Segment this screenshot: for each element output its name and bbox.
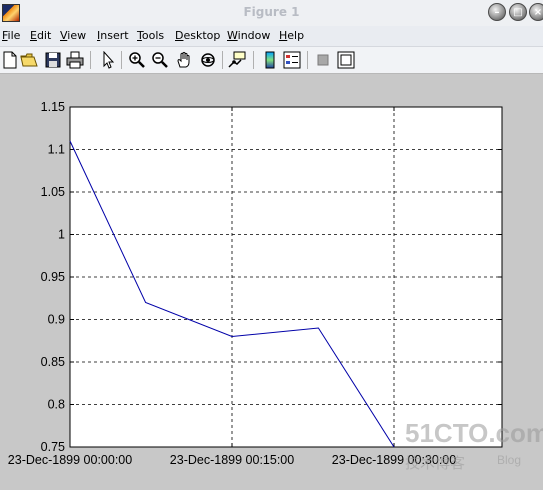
menu-view[interactable]: View bbox=[60, 29, 86, 42]
watermark-sub: 技术博客 bbox=[405, 455, 465, 472]
y-tick-label: 1.05 bbox=[41, 185, 65, 199]
menu-tools[interactable]: Tools bbox=[137, 29, 164, 42]
print-icon[interactable] bbox=[66, 51, 84, 69]
menu-insert[interactable]: Insert bbox=[97, 29, 129, 42]
toolbar-separator bbox=[90, 51, 91, 69]
new-file-icon[interactable] bbox=[1, 51, 19, 69]
close-button[interactable]: × bbox=[529, 3, 543, 21]
toolbar-separator bbox=[307, 51, 308, 69]
y-tick-label: 0.95 bbox=[41, 270, 65, 284]
colorbar-icon[interactable] bbox=[261, 51, 279, 69]
pan-hand-icon[interactable] bbox=[175, 51, 193, 69]
figure-toolbar bbox=[0, 47, 543, 74]
zoom-in-icon[interactable] bbox=[128, 51, 146, 69]
close-icon: × bbox=[533, 6, 543, 18]
line-chart[interactable]: 0.75 0.8 0.85 0.9 0.95 1 1.05 1.1 1.15 23-Dec-189… bbox=[0, 74, 543, 486]
y-tick-label: 1.1 bbox=[48, 143, 65, 157]
toolbar-separator bbox=[253, 51, 254, 69]
y-tick-label: 0.75 bbox=[41, 440, 65, 454]
open-folder-icon[interactable] bbox=[20, 51, 38, 69]
x-tick-label: 23-Dec-1899 00:00:00 bbox=[8, 453, 132, 467]
figure-canvas: 0.75 0.8 0.85 0.9 0.95 1 1.05 1.1 1.15 23-Dec-189… bbox=[0, 74, 543, 486]
menu-help[interactable]: Help bbox=[279, 29, 304, 42]
watermark-blog: Blog bbox=[497, 453, 521, 467]
minimize-button[interactable]: – bbox=[488, 3, 506, 21]
maximize-button[interactable]: □ bbox=[509, 3, 527, 21]
save-icon[interactable] bbox=[44, 51, 62, 69]
legend-icon[interactable] bbox=[283, 51, 301, 69]
watermark: 51CTO.com 技术博客 Blog bbox=[405, 418, 543, 472]
menu-bar: File Edit View Insert Tools Desktop Wind… bbox=[0, 26, 543, 47]
menu-desktop[interactable]: Desktop bbox=[175, 29, 220, 42]
rotate-3d-icon[interactable] bbox=[199, 51, 217, 69]
pointer-icon[interactable] bbox=[99, 51, 117, 69]
menu-window[interactable]: Window bbox=[227, 29, 270, 42]
title-bar: Figure 1 – □ × bbox=[0, 0, 543, 27]
x-tick-label: 23-Dec-1899 00:15:00 bbox=[170, 453, 294, 467]
window-title: Figure 1 bbox=[243, 5, 300, 19]
toolbar-separator bbox=[222, 51, 223, 69]
toolbar-separator bbox=[121, 51, 122, 69]
maximize-icon: □ bbox=[513, 6, 523, 18]
data-cursor-icon[interactable] bbox=[228, 51, 246, 69]
watermark-main: 51CTO.com bbox=[405, 418, 543, 448]
y-tick-label: 1 bbox=[58, 228, 65, 242]
y-tick-label: 0.85 bbox=[41, 355, 65, 369]
y-tick-label: 0.8 bbox=[48, 398, 65, 412]
show-plot-tools-icon[interactable] bbox=[337, 51, 355, 69]
y-tick-label: 0.9 bbox=[48, 313, 65, 327]
zoom-out-icon[interactable] bbox=[151, 51, 169, 69]
menu-file[interactable]: File bbox=[2, 29, 20, 42]
menu-edit[interactable]: Edit bbox=[30, 29, 51, 42]
minimize-icon: – bbox=[494, 6, 500, 18]
y-tick-label: 1.15 bbox=[41, 100, 65, 114]
hide-plot-tools-icon[interactable] bbox=[314, 51, 332, 69]
